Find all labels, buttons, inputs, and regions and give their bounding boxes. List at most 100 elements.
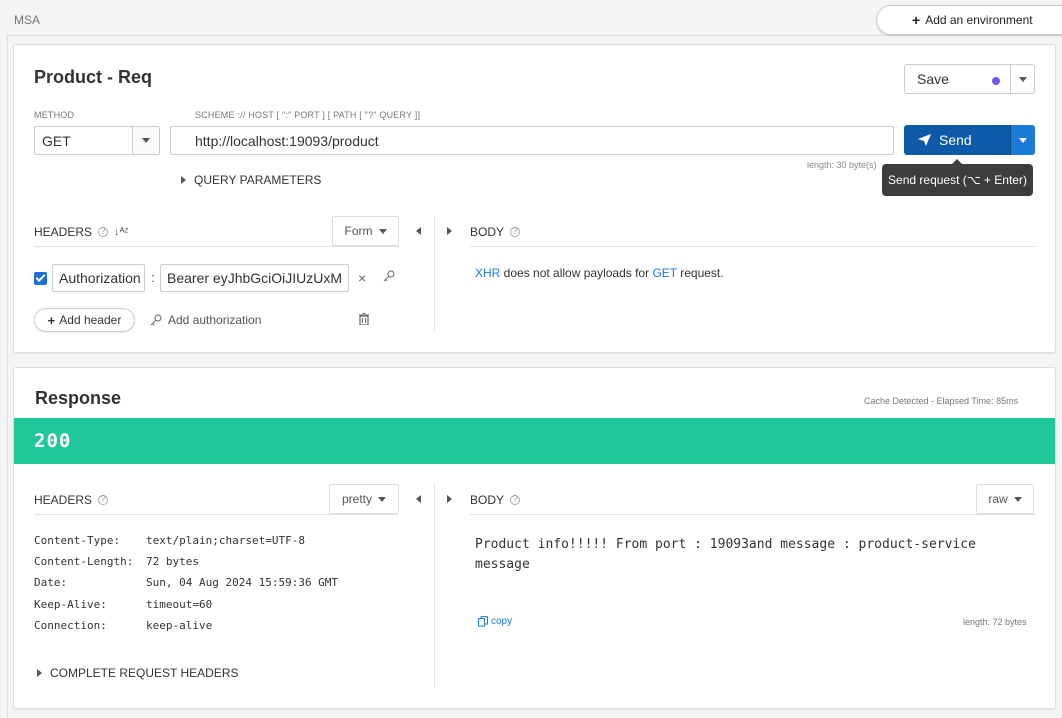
- header-value: keep-alive: [146, 619, 213, 632]
- chevron-down-icon: [142, 138, 150, 143]
- key-icon: [150, 314, 162, 326]
- plus-icon: +: [912, 12, 921, 28]
- send-dropdown-button[interactable]: [1010, 125, 1035, 155]
- send-button-group: Send: [904, 125, 1035, 155]
- response-title: Response: [35, 388, 122, 408]
- unsaved-dot-icon: [992, 77, 1000, 85]
- add-authorization-button[interactable]: Add authorization: [150, 313, 261, 327]
- send-button[interactable]: Send: [904, 125, 1010, 155]
- header-value: 72 bytes: [146, 555, 199, 568]
- chevron-left-icon: [416, 495, 421, 503]
- complete-request-headers-label: COMPLETE REQUEST HEADERS: [50, 666, 239, 680]
- header-value: timeout=60: [146, 598, 213, 611]
- send-tooltip: Send request (⌥ + Enter): [882, 159, 1033, 196]
- header-separator: :: [151, 270, 155, 285]
- divider: [34, 246, 399, 247]
- copy-button[interactable]: copy: [478, 616, 512, 627]
- get-link[interactable]: GET: [652, 266, 676, 280]
- key-icon[interactable]: [383, 270, 395, 285]
- plus-icon: +: [47, 312, 56, 328]
- url-length: length: 30 byte(s): [807, 160, 877, 170]
- method-dropdown-button[interactable]: [132, 127, 159, 154]
- divider: [434, 216, 435, 331]
- header-key: Connection:: [34, 619, 107, 632]
- add-environment-button[interactable]: + Add an environment: [876, 5, 1062, 35]
- method-select[interactable]: GET: [34, 126, 160, 155]
- response-body-text[interactable]: Product info!!!!! From port : 19093and m…: [475, 535, 1035, 575]
- save-label: Save: [917, 71, 949, 87]
- divider: [434, 484, 435, 688]
- trash-icon[interactable]: [359, 312, 369, 328]
- request-panel: [13, 44, 1056, 353]
- collapse-left-button[interactable]: [416, 227, 421, 235]
- chevron-down-icon: [378, 496, 386, 502]
- headers-label: HEADERS: [34, 225, 93, 239]
- header-value: Sun, 04 Aug 2024 15:59:36 GMT: [146, 576, 339, 589]
- body-label: BODY: [470, 225, 505, 239]
- add-authorization-label: Add authorization: [168, 313, 262, 327]
- headers-mode-value: Form: [344, 224, 373, 238]
- query-parameters-toggle[interactable]: QUERY PARAMETERS: [181, 173, 321, 187]
- response-header-row: Content-Type: text/plain;charset=UTF-8: [34, 534, 305, 547]
- complete-request-headers-toggle[interactable]: COMPLETE REQUEST HEADERS: [37, 666, 238, 680]
- header-value: text/plain;charset=UTF-8: [146, 534, 305, 547]
- chevron-right-icon: [447, 227, 452, 235]
- chevron-down-icon: [1013, 496, 1022, 502]
- header-key: Date:: [34, 576, 68, 589]
- chevron-down-icon: [1018, 76, 1027, 82]
- save-button[interactable]: Save: [905, 65, 1010, 93]
- request-title[interactable]: Product - Req: [34, 67, 152, 88]
- copy-label: copy: [491, 616, 513, 627]
- response-header-row: Connection: keep-alive: [34, 619, 212, 632]
- url-input[interactable]: http://localhost:19093/product: [170, 126, 894, 155]
- headers-label: HEADERS: [34, 493, 93, 507]
- chevron-right-icon: [181, 176, 186, 184]
- collapse-right-button[interactable]: [447, 227, 452, 235]
- paper-plane-icon: [918, 134, 931, 146]
- response-body-length: length: 72 bytes: [963, 617, 1027, 627]
- chevron-down-icon: [1019, 137, 1027, 143]
- save-dropdown-button[interactable]: [1010, 65, 1034, 93]
- add-header-button[interactable]: + Add header: [34, 308, 135, 332]
- add-environment-label: Add an environment: [925, 13, 1033, 27]
- request-body-heading: BODY ?: [470, 225, 521, 239]
- response-header-row: Keep-Alive: timeout=60: [34, 598, 212, 611]
- chevron-down-icon: [378, 228, 387, 234]
- breadcrumb[interactable]: MSA: [14, 13, 40, 27]
- sort-icon[interactable]: ↓ᴬᶻ: [114, 226, 128, 238]
- header-key: Content-Type:: [34, 534, 121, 547]
- header-enabled-checkbox[interactable]: [34, 272, 47, 285]
- add-header-label: Add header: [59, 313, 122, 327]
- response-header-row: Content-Length: 72 bytes: [34, 555, 199, 568]
- body-note-text: does not allow payloads for: [500, 266, 653, 280]
- divider: [34, 514, 399, 515]
- response-headers-mode-select[interactable]: pretty: [329, 484, 399, 514]
- headers-mode-select[interactable]: Form: [332, 216, 399, 246]
- url-label: SCHEME :// HOST [ ":" PORT ] [ PATH [ "?…: [195, 110, 421, 120]
- header-value-input[interactable]: Bearer eyJhbGciOiJIUzUxM: [160, 264, 349, 292]
- help-icon[interactable]: ?: [510, 227, 521, 237]
- body-label: BODY: [470, 493, 505, 507]
- method-label: METHOD: [34, 110, 75, 120]
- body-note-end: request.: [676, 266, 724, 280]
- status-code: 200: [34, 430, 72, 452]
- response-body-mode-select[interactable]: raw: [976, 484, 1034, 514]
- xhr-link[interactable]: XHR: [475, 266, 500, 280]
- send-label: Send: [939, 132, 972, 148]
- collapse-right-button[interactable]: [447, 495, 452, 503]
- headers-mode-value: pretty: [341, 492, 372, 506]
- status-bar: [14, 418, 1055, 464]
- help-icon[interactable]: ?: [98, 495, 109, 505]
- help-icon[interactable]: ?: [510, 495, 521, 505]
- body-note: XHR does not allow payloads for GET requ…: [475, 266, 724, 280]
- header-name-input[interactable]: Authorization: [52, 264, 145, 292]
- help-icon[interactable]: ?: [98, 227, 109, 237]
- body-mode-value: raw: [988, 492, 1008, 506]
- response-body-heading: BODY ?: [470, 493, 521, 507]
- close-icon[interactable]: ×: [358, 270, 366, 286]
- header-key: Keep-Alive:: [34, 598, 107, 611]
- response-header-row: Date: Sun, 04 Aug 2024 15:59:36 GMT: [34, 576, 338, 589]
- response-headers-heading: HEADERS ?: [34, 493, 109, 507]
- copy-icon: [478, 616, 488, 627]
- collapse-left-button[interactable]: [416, 495, 421, 503]
